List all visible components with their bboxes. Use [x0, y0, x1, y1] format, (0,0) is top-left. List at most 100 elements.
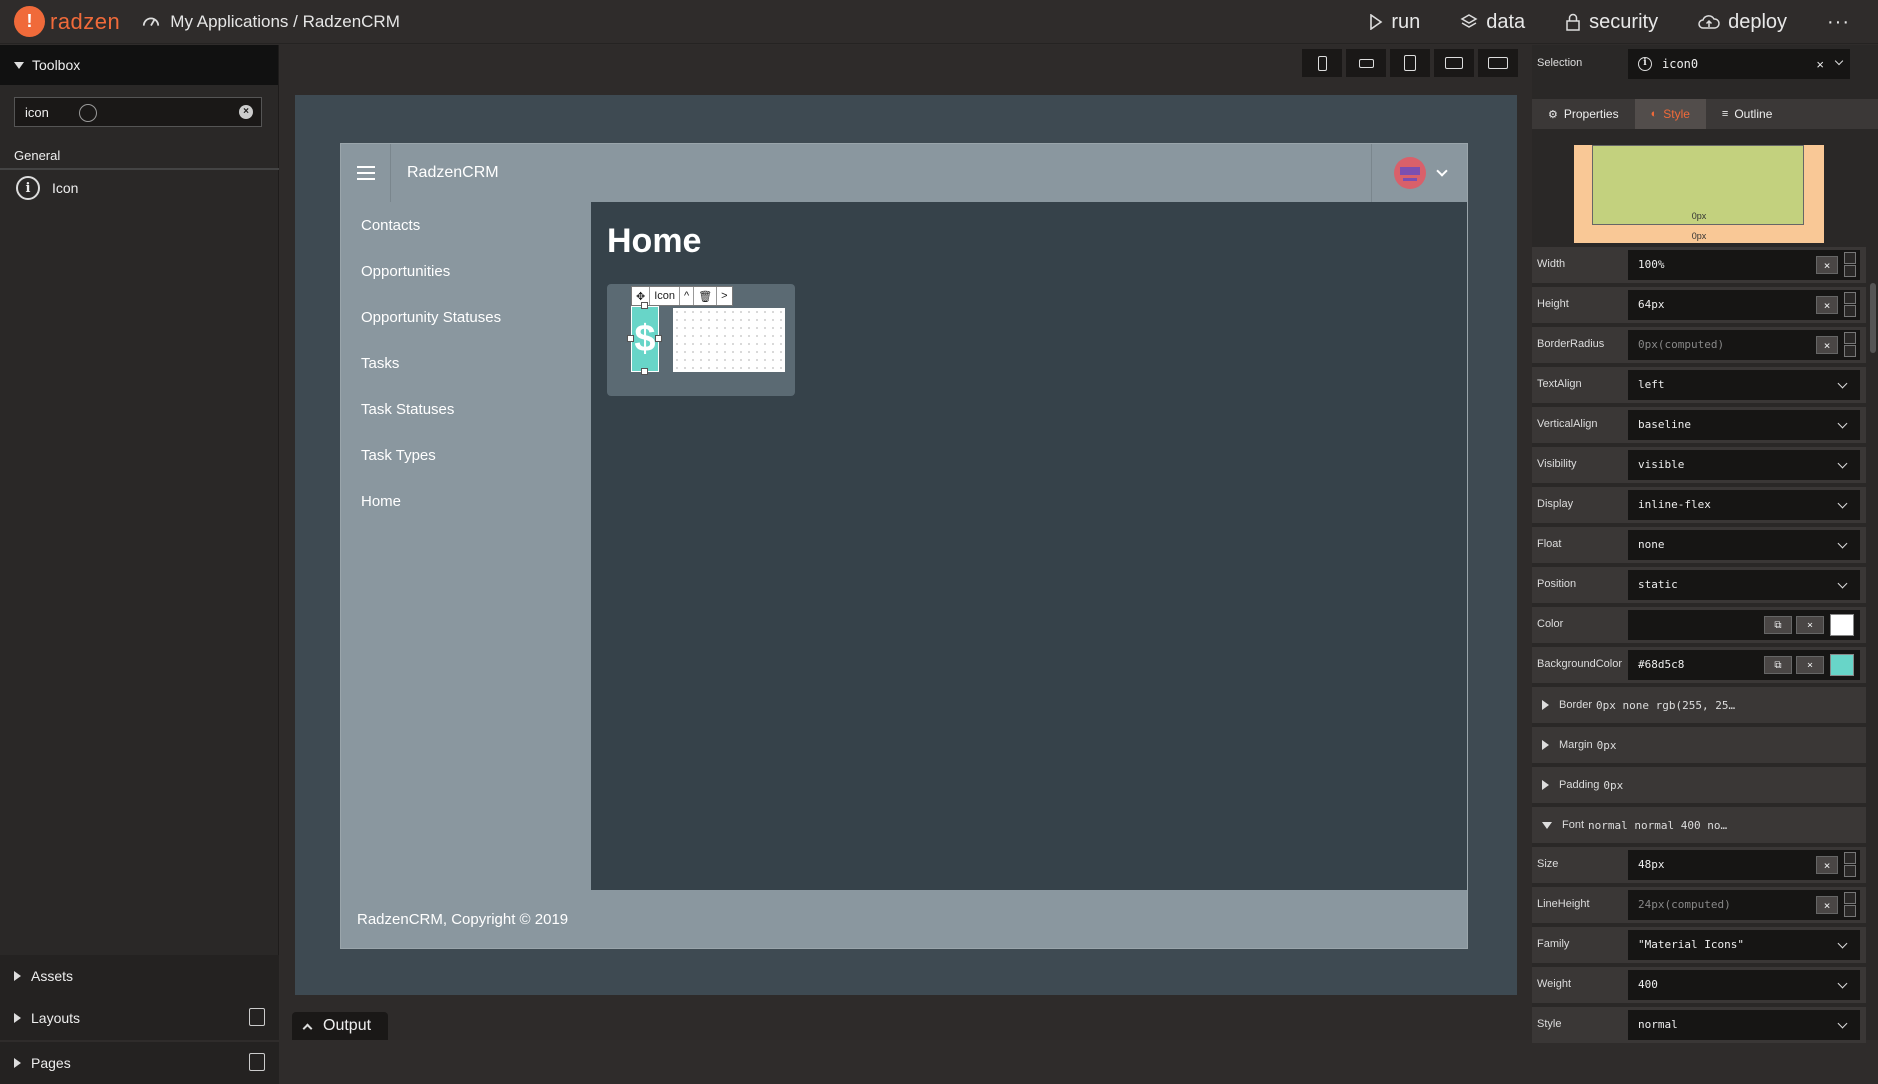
prop-value: "Material Icons"	[1638, 938, 1744, 951]
visibility-select[interactable]: visible	[1628, 450, 1860, 480]
group-padding[interactable]: Padding 0px	[1532, 767, 1866, 803]
radzen-logo[interactable]: ! radzen	[14, 6, 120, 37]
background-color-input[interactable]: #68d5c8 ⧉ ×	[1628, 650, 1860, 680]
border-radius-input[interactable]: 0px(computed) ×	[1628, 330, 1860, 360]
color-input[interactable]: ⧉ ×	[1628, 610, 1860, 640]
phone-icon	[1317, 55, 1327, 71]
run-button[interactable]: run	[1369, 11, 1420, 34]
toolbox-search-input[interactable]	[25, 104, 225, 120]
box-model-margin-value: 0px	[1691, 231, 1707, 241]
layers-icon	[1460, 14, 1478, 28]
device-tablet-button[interactable]	[1390, 49, 1430, 77]
prop-value: 400	[1638, 978, 1658, 991]
device-phone-portrait-button[interactable]	[1302, 49, 1342, 77]
font-style-select[interactable]: normal	[1628, 1010, 1860, 1040]
device-laptop-button[interactable]	[1434, 49, 1474, 77]
open-picker-icon[interactable]: ⧉	[1764, 616, 1792, 634]
tab-style[interactable]: ◐ Style	[1634, 99, 1706, 129]
security-button[interactable]: security	[1565, 11, 1658, 34]
spinner[interactable]	[1844, 332, 1858, 358]
font-size-input[interactable]: 48px ×	[1628, 850, 1860, 880]
resize-handle-top[interactable]	[641, 302, 648, 309]
font-weight-select[interactable]: 400	[1628, 970, 1860, 1000]
spinner[interactable]	[1844, 892, 1858, 918]
sidebar-link-opportunities[interactable]: Opportunities	[341, 256, 591, 302]
clear-icon[interactable]: ×	[1796, 656, 1824, 674]
text-align-select[interactable]: left	[1628, 370, 1860, 400]
group-font[interactable]: Font normal normal 400 no…	[1532, 807, 1866, 843]
line-height-input[interactable]: 24px(computed) ×	[1628, 890, 1860, 920]
clear-icon[interactable]: ×	[1816, 296, 1838, 314]
width-input[interactable]: 100% ×	[1628, 250, 1860, 280]
page-title[interactable]: Home	[607, 222, 701, 261]
group-border[interactable]: Border 0px none rgb(255, 25…	[1532, 687, 1866, 723]
data-button[interactable]: data	[1460, 11, 1525, 34]
sidebar-link-home[interactable]: Home	[341, 486, 591, 532]
group-margin[interactable]: Margin 0px	[1532, 727, 1866, 763]
drop-zone[interactable]	[673, 308, 785, 372]
resize-handle-right[interactable]	[655, 335, 662, 342]
vertical-align-select[interactable]: baseline	[1628, 410, 1860, 440]
resize-handle-bottom[interactable]	[641, 368, 648, 375]
float-select[interactable]: none	[1628, 530, 1860, 560]
sidebar-link-opportunity-statuses[interactable]: Opportunity Statuses	[341, 302, 591, 348]
chevron-down-icon	[1837, 458, 1848, 469]
font-family-select[interactable]: "Material Icons"	[1628, 930, 1860, 960]
display-select[interactable]: inline-flex	[1628, 490, 1860, 520]
device-desktop-button[interactable]	[1478, 49, 1518, 77]
assets-section[interactable]: Assets	[0, 955, 279, 997]
delete-icon[interactable]: 🗑	[694, 287, 718, 305]
dashboard-icon	[143, 17, 160, 26]
scrollbar[interactable]	[1870, 283, 1876, 353]
pages-section[interactable]: Pages	[0, 1042, 279, 1084]
profile-menu[interactable]	[1371, 144, 1467, 202]
content-card[interactable]: ✥ Icon ^ 🗑 > $	[607, 284, 795, 396]
toolbox-header[interactable]: Toolbox	[0, 45, 278, 85]
sidebar-link-contacts[interactable]: Contacts	[341, 210, 591, 256]
chevron-right-icon[interactable]: >	[717, 287, 731, 305]
sidebar-link-task-statuses[interactable]: Task Statuses	[341, 394, 591, 440]
sidebar-link-task-types[interactable]: Task Types	[341, 440, 591, 486]
breadcrumb[interactable]: My Applications / RadzenCRM	[142, 12, 400, 32]
more-menu-button[interactable]: ···	[1827, 11, 1850, 34]
top-bar: ! radzen My Applications / RadzenCRM run…	[0, 0, 1878, 44]
design-canvas: RadzenCRM Contacts Opportunities Opportu…	[280, 45, 1532, 1040]
clear-icon[interactable]: ×	[1796, 616, 1824, 634]
device-phone-landscape-button[interactable]	[1346, 49, 1386, 77]
clear-icon[interactable]: ×	[1816, 856, 1838, 874]
box-model-editor[interactable]: 0px 0px	[1574, 145, 1824, 243]
spinner[interactable]	[1844, 252, 1858, 278]
run-label: run	[1391, 10, 1421, 33]
position-select[interactable]: static	[1628, 570, 1860, 600]
spinner[interactable]	[1844, 292, 1858, 318]
spinner[interactable]	[1844, 852, 1858, 878]
prop-height: Height 64px ×	[1532, 287, 1866, 323]
sidebar-link-tasks[interactable]: Tasks	[341, 348, 591, 394]
add-layout-icon[interactable]	[249, 1008, 265, 1026]
height-input[interactable]: 64px ×	[1628, 290, 1860, 320]
select-parent-icon[interactable]: ^	[680, 287, 695, 305]
deploy-button[interactable]: deploy	[1698, 11, 1787, 34]
clear-search-icon[interactable]: ×	[239, 105, 253, 119]
prop-label: Display	[1537, 498, 1574, 510]
layouts-section[interactable]: Layouts	[0, 997, 279, 1039]
selection-dropdown[interactable]: i icon0 ×	[1628, 49, 1850, 79]
chevron-down-icon	[1837, 538, 1848, 549]
menu-icon[interactable]	[341, 144, 391, 202]
add-page-icon[interactable]	[249, 1053, 265, 1071]
color-swatch[interactable]	[1830, 614, 1854, 636]
clear-icon[interactable]: ×	[1816, 896, 1838, 914]
open-picker-icon[interactable]: ⧉	[1764, 656, 1792, 674]
page-frame: RadzenCRM Contacts Opportunities Opportu…	[295, 95, 1517, 995]
output-panel-toggle[interactable]: Output	[292, 1012, 388, 1040]
clear-icon[interactable]: ×	[1816, 256, 1838, 274]
color-swatch[interactable]	[1830, 654, 1854, 676]
tab-outline[interactable]: ≡ Outline	[1706, 99, 1788, 129]
prop-label: Weight	[1537, 978, 1572, 990]
tab-properties[interactable]: ⚙ Properties	[1532, 99, 1635, 129]
clear-selection-icon[interactable]: ×	[1816, 57, 1824, 72]
data-label: data	[1486, 10, 1526, 33]
clear-icon[interactable]: ×	[1816, 336, 1838, 354]
resize-handle-left[interactable]	[627, 335, 634, 342]
toolbox-item-icon[interactable]: i Icon	[16, 176, 78, 200]
